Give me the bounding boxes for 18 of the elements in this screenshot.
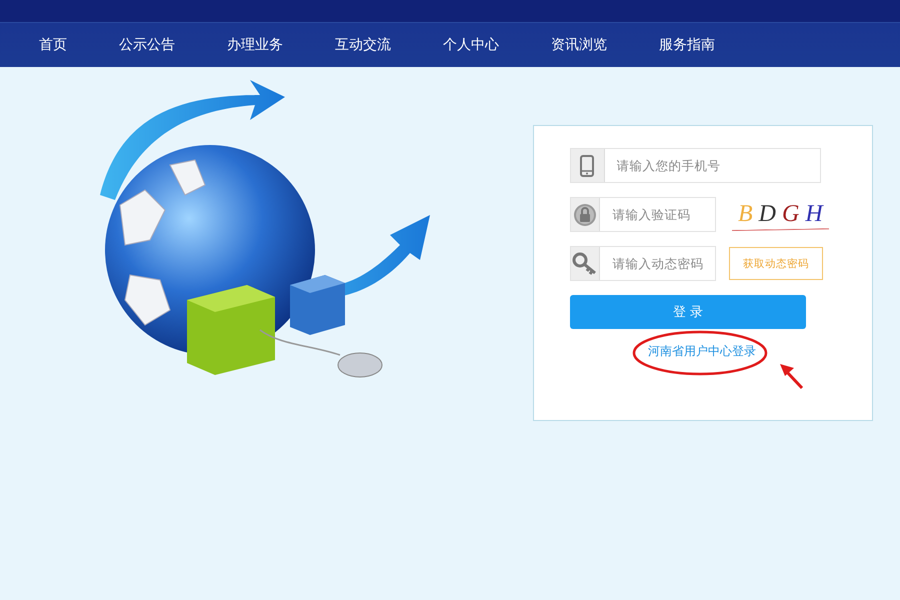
captcha-letter: H	[805, 201, 823, 228]
nav-link[interactable]: 服务指南	[659, 36, 715, 54]
nav-link[interactable]: 个人中心	[443, 36, 499, 54]
input-box[interactable]: 请输入您的手机号	[570, 148, 821, 183]
nav-link[interactable]: 公示公告	[119, 36, 175, 54]
key-icon	[572, 252, 598, 276]
captcha-letter: B	[738, 201, 753, 228]
nav-link[interactable]: 首页	[39, 36, 67, 54]
nav-link[interactable]: 互动交流	[335, 36, 391, 54]
phone-icon	[580, 154, 594, 176]
nav-link[interactable]: 资讯浏览	[551, 36, 607, 54]
padlock-icon	[573, 202, 598, 226]
nav-link[interactable]: 办理业务	[227, 36, 283, 54]
annotation-arrow-icon	[778, 362, 804, 390]
input-box[interactable]: 请输入验证码	[570, 197, 716, 232]
captcha-letter: D	[758, 201, 776, 228]
captcha-letter: G	[782, 201, 800, 228]
input-box[interactable]: 请输入动态密码	[570, 246, 716, 281]
